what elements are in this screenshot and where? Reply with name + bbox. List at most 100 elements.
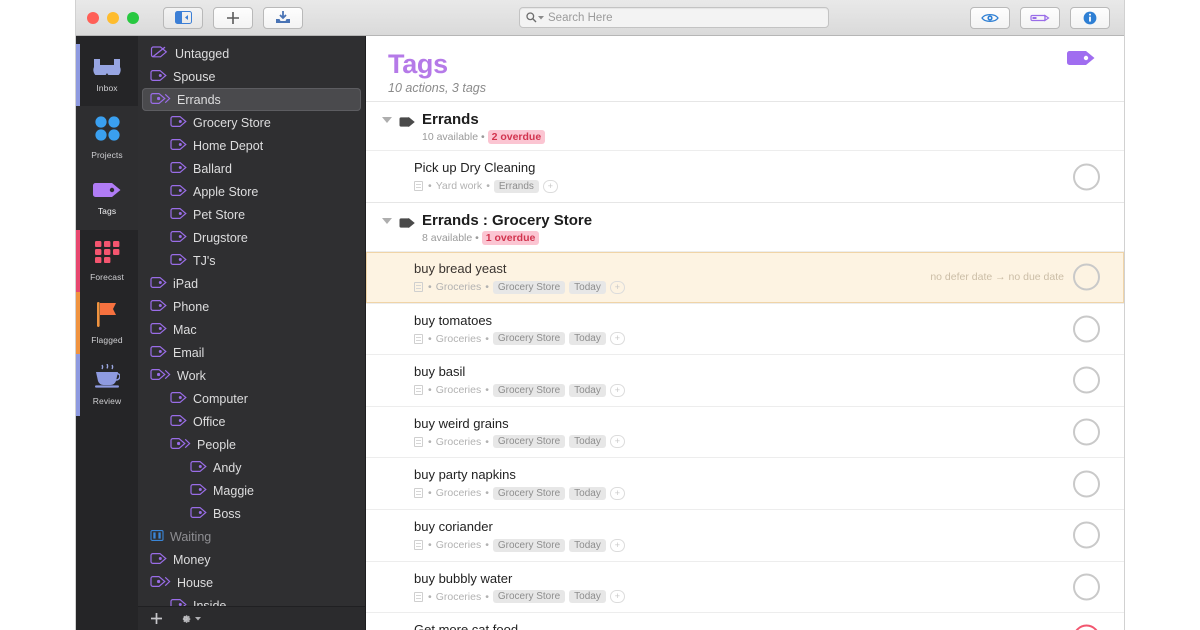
inbox-button[interactable] [263,7,303,29]
task-tag-pill[interactable]: Today [569,435,606,448]
task-row[interactable]: Get more cat food•Cat Maintenance•Grocer… [366,612,1124,630]
task-row[interactable]: buy coriander•Groceries•Grocery StoreTod… [366,509,1124,561]
sidebar-item-grocery-store[interactable]: Grocery Store [142,111,361,134]
sidebar-item-andy[interactable]: Andy [142,456,361,479]
task-project[interactable]: Groceries [436,487,482,499]
task-tag-pill[interactable]: Today [569,487,606,500]
add-tag-chip[interactable]: + [610,281,625,294]
sidebar-item-mac[interactable]: Mac [142,318,361,341]
task-tag-pill[interactable]: Today [569,590,606,603]
add-tag-button[interactable] [150,612,163,625]
task-status-circle[interactable]: ••• [1073,625,1100,630]
sidebar-item-office[interactable]: Office [142,410,361,433]
task-row[interactable]: buy tomatoes•Groceries•Grocery StoreToda… [366,303,1124,355]
chevron-down-icon[interactable] [538,16,544,20]
perspective-review[interactable]: Review [76,354,138,416]
task-tag-pill[interactable]: Grocery Store [493,590,565,603]
sidebar-item-work[interactable]: Work [142,364,361,387]
perspective-forecast[interactable]: Forecast [76,230,138,292]
inspector-button[interactable] [1020,7,1060,29]
task-tag-pill[interactable]: Grocery Store [493,384,565,397]
sidebar-item-maggie[interactable]: Maggie [142,479,361,502]
task-tag-pill[interactable]: Grocery Store [493,281,565,294]
sidebar-item-computer[interactable]: Computer [142,387,361,410]
task-project[interactable]: Groceries [436,333,482,345]
sidebar-item-untagged[interactable]: Untagged [142,42,361,65]
sidebar-item-phone[interactable]: Phone [142,295,361,318]
add-tag-chip[interactable]: + [610,539,625,552]
add-tag-chip[interactable]: + [610,487,625,500]
task-checkbox[interactable] [1073,264,1100,291]
tag-list[interactable]: UntaggedSpouseErrandsGrocery StoreHome D… [138,36,365,606]
perspective-flagged[interactable]: Flagged [76,292,138,354]
task-project[interactable]: Groceries [436,591,482,603]
task-checkbox[interactable] [1073,470,1100,497]
info-button[interactable] [1070,7,1110,29]
search-input[interactable]: Search Here [519,7,829,28]
task-checkbox[interactable] [1073,573,1100,600]
task-row[interactable]: buy bubbly water•Groceries•Grocery Store… [366,561,1124,613]
perspective-tags[interactable]: Tags [76,168,138,230]
sidebar-item-house[interactable]: House [142,571,361,594]
minimize-button[interactable] [107,12,119,24]
sidebar-item-pet-store[interactable]: Pet Store [142,203,361,226]
sidebar-item-spouse[interactable]: Spouse [142,65,361,88]
sidebar-item-home-depot[interactable]: Home Depot [142,134,361,157]
sidebar-toggle-button[interactable] [163,7,203,29]
sidebar-item-waiting[interactable]: Waiting [142,525,361,548]
sidebar-item-boss[interactable]: Boss [142,502,361,525]
add-tag-chip[interactable]: + [610,590,625,603]
add-tag-chip[interactable]: + [543,180,558,193]
tag-actions-button[interactable] [179,612,201,625]
task-group-header[interactable]: Errands : Grocery Store8 available • 1 o… [366,202,1124,251]
add-tag-chip[interactable]: + [610,332,625,345]
new-item-button[interactable] [213,7,253,29]
sidebar-item-ipad[interactable]: iPad [142,272,361,295]
sidebar-item-drugstore[interactable]: Drugstore [142,226,361,249]
add-tag-chip[interactable]: + [610,384,625,397]
task-project[interactable]: Groceries [436,281,482,293]
task-row[interactable]: buy weird grains•Groceries•Grocery Store… [366,406,1124,458]
task-checkbox[interactable] [1073,522,1100,549]
sidebar-item-apple-store[interactable]: Apple Store [142,180,361,203]
disclosure-triangle-icon[interactable] [382,218,392,224]
task-tag-pill[interactable]: Grocery Store [493,487,565,500]
task-tag-pill[interactable]: Grocery Store [493,435,565,448]
task-row[interactable]: buy party napkins•Groceries•Grocery Stor… [366,457,1124,509]
sidebar-item-tj-s[interactable]: TJ's [142,249,361,272]
perspective-projects[interactable]: Projects [76,106,138,168]
task-tag-pill[interactable]: Today [569,281,606,294]
sidebar-item-money[interactable]: Money [142,548,361,571]
sidebar-item-people[interactable]: People [142,433,361,456]
task-group-header[interactable]: Errands10 available • 2 overdue [366,101,1124,150]
perspective-inbox[interactable]: Inbox [76,44,138,106]
sidebar-item-inside[interactable]: Inside [142,594,361,606]
task-checkbox[interactable] [1073,419,1100,446]
maximize-button[interactable] [127,12,139,24]
task-tag-pill[interactable]: Today [569,539,606,552]
task-checkbox[interactable] [1073,315,1100,342]
task-project[interactable]: Groceries [436,539,482,551]
task-checkbox[interactable] [1073,163,1100,190]
task-row[interactable]: buy bread yeast•Groceries•Grocery StoreT… [366,251,1124,303]
task-checkbox[interactable] [1073,367,1100,394]
task-tag-pill[interactable]: Grocery Store [493,539,565,552]
add-tag-chip[interactable]: + [610,435,625,448]
task-tag-pill[interactable]: Today [569,332,606,345]
task-tag-pill[interactable]: Today [569,384,606,397]
close-button[interactable] [87,12,99,24]
task-project[interactable]: Groceries [436,436,482,448]
sidebar-item-ballard[interactable]: Ballard [142,157,361,180]
search-container[interactable]: Search Here [519,7,829,28]
task-tag-pill[interactable]: Grocery Store [493,332,565,345]
task-tag-pill[interactable]: Errands [494,180,539,193]
view-options-button[interactable] [970,7,1010,29]
task-project[interactable]: Groceries [436,384,482,396]
task-row[interactable]: buy basil•Groceries•Grocery StoreToday+ [366,354,1124,406]
note-icon [414,334,423,344]
task-row[interactable]: Pick up Dry Cleaning•Yard work•Errands+ [366,150,1124,202]
sidebar-item-email[interactable]: Email [142,341,361,364]
task-project[interactable]: Yard work [436,180,483,192]
sidebar-item-errands[interactable]: Errands [142,88,361,111]
disclosure-triangle-icon[interactable] [382,117,392,123]
